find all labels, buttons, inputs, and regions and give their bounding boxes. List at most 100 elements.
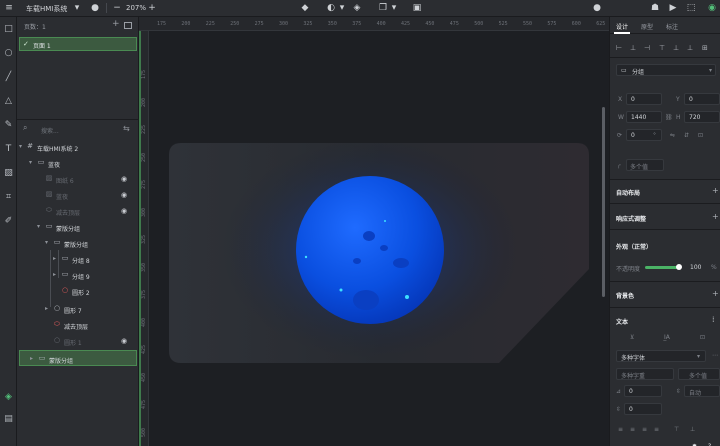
opacity-value[interactable]: 100 — [690, 264, 701, 271]
text-align-left-icon[interactable]: ≡ — [618, 426, 623, 433]
layer-row[interactable]: ⬭ 减去顶层 — [17, 317, 139, 333]
layer-row[interactable]: ▾ # 车载HMI系统 2 — [17, 139, 139, 155]
text-grid-icon[interactable]: ⁞ — [712, 315, 715, 324]
menu-icon[interactable]: ≡ — [4, 3, 14, 13]
align-left-icon[interactable]: ⊢ — [616, 44, 622, 52]
frame-icon[interactable]: ▣ — [412, 3, 422, 13]
layer-row[interactable]: ▨ 图纸 6 ◉ — [17, 171, 139, 187]
rotation-input[interactable]: 0 ° — [626, 129, 662, 141]
constraint-icon[interactable]: ⊡ — [698, 132, 703, 139]
text-align-center-icon[interactable]: ≡ — [630, 426, 635, 433]
search-input[interactable]: 搜索... — [41, 126, 59, 135]
polygon-tool-icon[interactable]: △ — [2, 95, 15, 108]
chevron-down-icon[interactable]: ▾ — [337, 3, 347, 13]
layer-row[interactable]: ▾ ▭ 蒙版分组 — [17, 219, 139, 235]
layer-row[interactable]: ▸ ○ 圆形 7 — [17, 301, 139, 317]
caret-icon[interactable]: ▸ — [53, 255, 56, 262]
avatar-icon[interactable]: ● — [592, 3, 602, 13]
layer-row[interactable]: ▾ ▭ 蒙版分组 — [17, 235, 139, 251]
layer-row[interactable]: ▨ 蓝夜 ◉ — [17, 187, 139, 203]
image-tool-icon[interactable]: ▨ — [2, 167, 15, 180]
width-input[interactable]: 1440 — [626, 111, 662, 123]
play-icon[interactable]: ▶ — [668, 3, 678, 13]
canvas[interactable]: 175 200 225 250 275 300 325 350 375 400 425 450 475 5… — [139, 17, 609, 446]
component-icon[interactable]: ◆ — [300, 3, 310, 13]
crop-tool-icon[interactable]: ⌗ — [2, 191, 15, 204]
align-right-icon[interactable]: ⊣ — [644, 44, 650, 52]
ellipse-tool-icon[interactable]: ○ — [2, 47, 15, 60]
tab-design[interactable]: 设计 — [616, 22, 628, 31]
filter-icon[interactable]: ⇆ — [123, 124, 130, 133]
align-middle-icon[interactable]: ⊥ — [673, 44, 679, 52]
text-valign-top-icon[interactable]: ⊤ — [674, 426, 679, 433]
add-responsive-icon[interactable]: + — [712, 212, 719, 221]
caret-icon[interactable]: ▾ — [45, 239, 48, 246]
font-size-input[interactable]: 多个值 — [678, 368, 720, 380]
add-page-icon[interactable]: + — [112, 19, 120, 29]
text-box-icon[interactable]: ⊡ — [700, 334, 705, 341]
text-tool-icon[interactable]: T — [2, 143, 15, 156]
boolean-icon[interactable]: ◈ — [352, 3, 362, 13]
text-align-left-icon[interactable]: ⊻ — [630, 334, 634, 341]
line-tool-icon[interactable]: ╱ — [2, 71, 15, 84]
flip-v-icon[interactable]: ⇵ — [684, 132, 689, 139]
appearance-label[interactable]: 外观（正常） — [616, 242, 652, 251]
group-icon[interactable]: ❐ — [378, 3, 388, 13]
font-family-select[interactable]: 多种字体 ▾ — [616, 350, 706, 362]
caret-icon[interactable]: ▸ — [30, 355, 33, 362]
text-settings-icon[interactable]: ⋯ — [712, 352, 718, 359]
status-icon[interactable]: ◉ — [707, 3, 717, 13]
layer-search[interactable]: ⌕ 搜索... ⇆ — [17, 122, 139, 136]
layers-icon[interactable]: ◈ — [2, 391, 15, 404]
add-fill-icon[interactable]: + — [712, 289, 719, 298]
align-center-icon[interactable]: ⊥ — [630, 44, 636, 52]
zoom-in-icon[interactable]: + — [147, 3, 157, 13]
layer-row[interactable]: ○ 圆形 2 — [17, 283, 139, 299]
text-align-right-icon[interactable]: ≡ — [642, 426, 647, 433]
x-input[interactable]: 0 — [626, 93, 662, 105]
layer-row[interactable]: ○ 圆形 1 ◉ — [17, 333, 139, 349]
chevron-down-icon[interactable]: ▾ — [389, 3, 399, 13]
artboard[interactable] — [169, 143, 589, 363]
brush-tool-icon[interactable]: ✐ — [2, 215, 15, 228]
layer-row[interactable]: ▾ ▭ 蓝夜 — [17, 155, 139, 171]
eye-icon[interactable]: ◉ — [121, 191, 127, 199]
scrollbar[interactable] — [602, 107, 605, 297]
tab-prototype[interactable]: 原型 — [641, 22, 653, 31]
text-size-icon[interactable]: I̲A — [664, 334, 670, 341]
eye-icon[interactable]: ◉ — [121, 337, 127, 345]
cloud-icon[interactable]: ● — [90, 3, 100, 13]
export-icon[interactable]: ⬚ — [686, 3, 696, 13]
layer-type-select[interactable]: ▭ 分组 ▾ — [616, 64, 716, 76]
rectangle-tool-icon[interactable]: □ — [2, 23, 15, 36]
caret-icon[interactable]: ▾ — [19, 143, 22, 150]
caret-icon[interactable]: ▸ — [45, 305, 48, 312]
layer-row[interactable]: ⬭ 减去顶层 ◉ — [17, 203, 139, 219]
caret-icon[interactable]: ▾ — [37, 223, 40, 230]
project-title[interactable]: 车载HMI系统 — [26, 4, 67, 14]
letter-spacing-input[interactable]: 0 — [624, 385, 662, 397]
users-icon[interactable]: ☗ — [650, 3, 660, 13]
add-auto-layout-icon[interactable]: + — [712, 186, 719, 195]
layer-row[interactable]: ▸ ▭ 分组 8 — [17, 251, 139, 267]
caret-icon[interactable]: ▾ — [29, 159, 32, 166]
eye-icon[interactable]: ◉ — [121, 175, 127, 183]
text-valign-middle-icon[interactable]: ⊥ — [690, 426, 695, 433]
opacity-slider[interactable] — [645, 266, 678, 269]
flip-h-icon[interactable]: ⇋ — [670, 132, 675, 139]
font-weight-select[interactable]: 多种字重 — [616, 368, 674, 380]
align-bottom-icon[interactable]: ⊥ — [687, 44, 693, 52]
y-input[interactable]: 0 — [684, 93, 720, 105]
text-align-justify-icon[interactable]: ≡ — [654, 426, 659, 433]
page-item[interactable]: ✓ 页面 1 — [19, 37, 137, 51]
radius-input[interactable]: 多个值 — [626, 159, 664, 171]
link-icon[interactable]: ⛓ — [665, 114, 673, 121]
paragraph-spacing-input[interactable]: 0 — [624, 403, 662, 415]
layer-row[interactable]: ▸ ▭ 分组 9 — [17, 267, 139, 283]
collapse-icon[interactable] — [124, 22, 132, 29]
layer-row-selected[interactable]: ▸ ▭ 蒙版分组 — [19, 350, 137, 366]
zoom-level[interactable]: 207% — [126, 4, 146, 12]
eye-icon[interactable]: ◉ — [121, 207, 127, 215]
assets-icon[interactable]: ▤ — [2, 413, 15, 426]
opacity-slider-handle[interactable] — [676, 264, 682, 270]
